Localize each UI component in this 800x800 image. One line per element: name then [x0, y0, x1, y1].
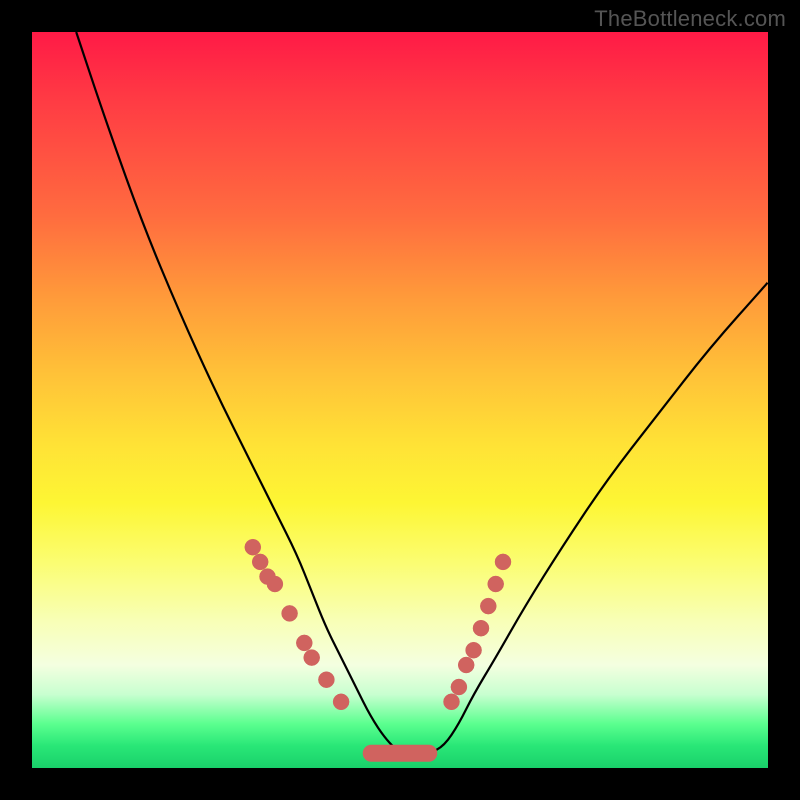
marker-dot — [252, 554, 268, 570]
marker-dot — [495, 554, 511, 570]
bottleneck-curve — [76, 32, 768, 753]
marker-dot — [267, 576, 283, 592]
marker-dot — [304, 650, 320, 666]
marker-cluster-left — [245, 539, 349, 710]
chart-container: TheBottleneck.com — [0, 0, 800, 800]
marker-dot — [444, 694, 460, 710]
plot-area — [32, 32, 768, 768]
curve-svg — [32, 32, 768, 768]
marker-dot — [480, 598, 496, 614]
marker-dot — [333, 694, 349, 710]
marker-bottom-bar — [363, 745, 437, 761]
marker-dot — [458, 657, 474, 673]
marker-dot — [466, 642, 482, 658]
marker-dot — [451, 679, 467, 695]
marker-dot — [473, 620, 489, 636]
watermark-text: TheBottleneck.com — [594, 6, 786, 32]
marker-dot — [318, 672, 334, 688]
marker-bottom-rect — [363, 745, 437, 761]
marker-dot — [245, 539, 261, 555]
marker-dot — [296, 635, 312, 651]
marker-dot — [282, 605, 298, 621]
marker-dot — [488, 576, 504, 592]
